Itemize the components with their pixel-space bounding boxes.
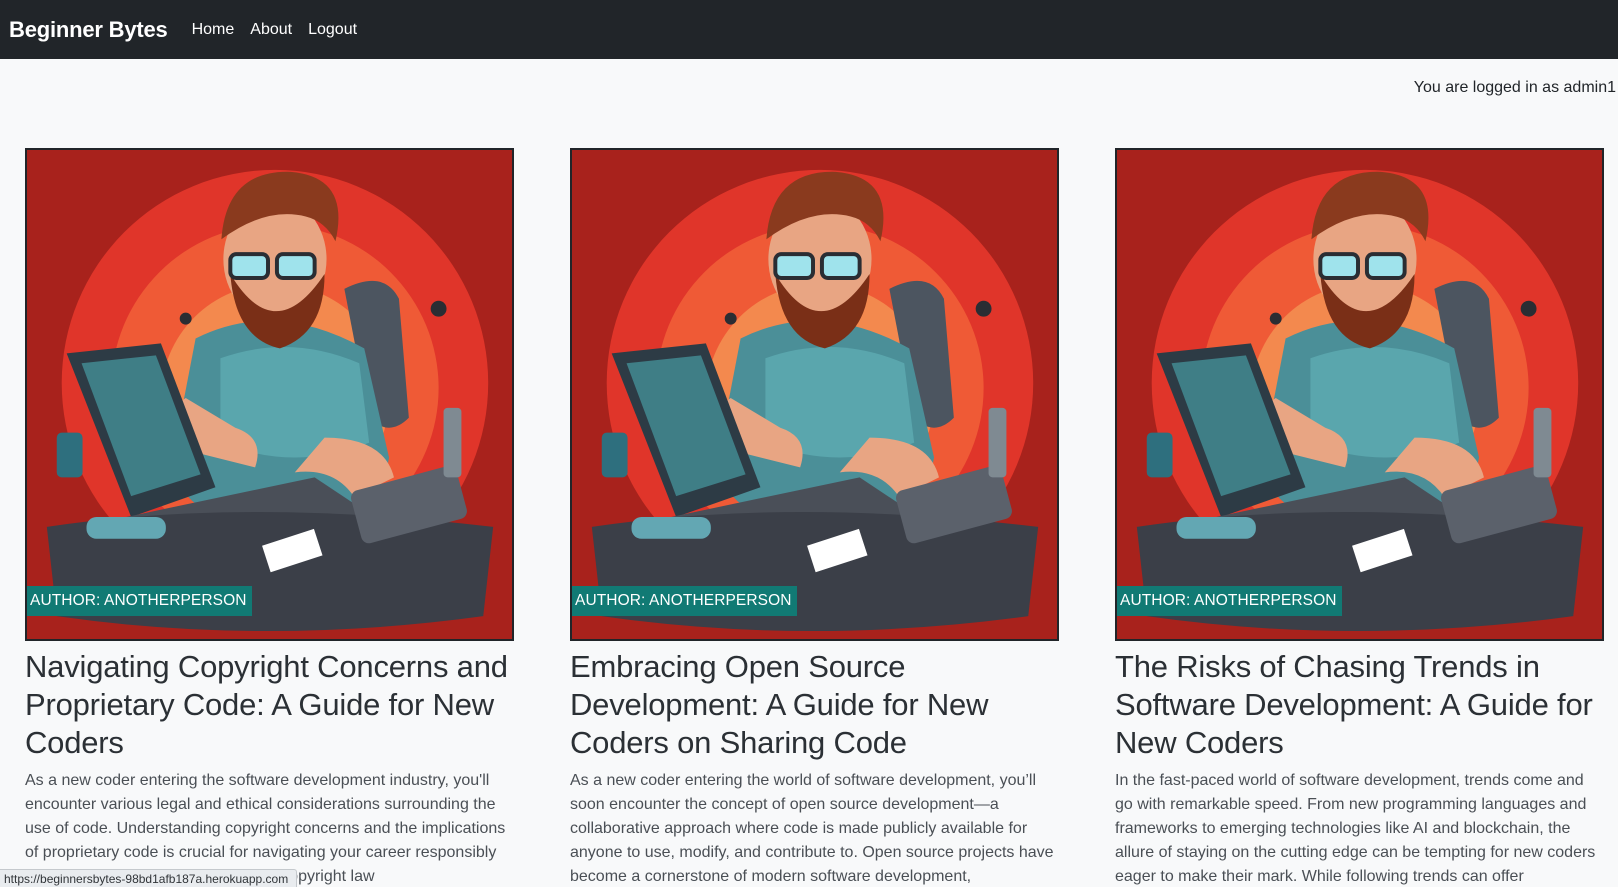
login-status-text: You are logged in as admin1 xyxy=(1413,79,1616,96)
post-image[interactable]: AUTHOR: ANOTHERPERSON xyxy=(25,148,514,641)
post-title[interactable]: The Risks of Chasing Trends in Software … xyxy=(1115,648,1604,762)
post-excerpt: In the fast-paced world of software deve… xyxy=(1115,772,1596,885)
post-image[interactable]: AUTHOR: ANOTHERPERSON xyxy=(1115,148,1604,641)
post-image[interactable]: AUTHOR: ANOTHERPERSON xyxy=(570,148,1059,641)
nav-link-home[interactable]: Home xyxy=(192,21,235,39)
nav-link-logout[interactable]: Logout xyxy=(308,21,357,39)
post-card[interactable]: AUTHOR: ANOTHERPERSON Navigating Copyrig… xyxy=(25,148,514,887)
author-badge: AUTHOR: ANOTHERPERSON xyxy=(1117,586,1342,616)
brand-logo-link[interactable]: Beginner Bytes xyxy=(9,17,168,43)
post-card[interactable]: AUTHOR: ANOTHERPERSON Embracing Open Sou… xyxy=(570,148,1059,887)
nav-link-about[interactable]: About xyxy=(250,21,292,39)
author-badge: AUTHOR: ANOTHERPERSON xyxy=(27,586,252,616)
coder-illustration xyxy=(27,150,512,639)
post-card[interactable]: AUTHOR: ANOTHERPERSON The Risks of Chasi… xyxy=(1115,148,1604,887)
coder-illustration xyxy=(1117,150,1602,639)
post-title[interactable]: Embracing Open Source Development: A Gui… xyxy=(570,648,1059,762)
post-title[interactable]: Navigating Copyright Concerns and Propri… xyxy=(25,648,514,762)
top-navbar: Beginner Bytes Home About Logout xyxy=(0,0,1618,59)
browser-status-url: https://beginnersbytes-98bd1afb187a.hero… xyxy=(0,869,298,887)
author-badge: AUTHOR: ANOTHERPERSON xyxy=(572,586,797,616)
post-excerpt: As a new coder entering the world of sof… xyxy=(570,772,1054,885)
coder-illustration xyxy=(572,150,1057,639)
